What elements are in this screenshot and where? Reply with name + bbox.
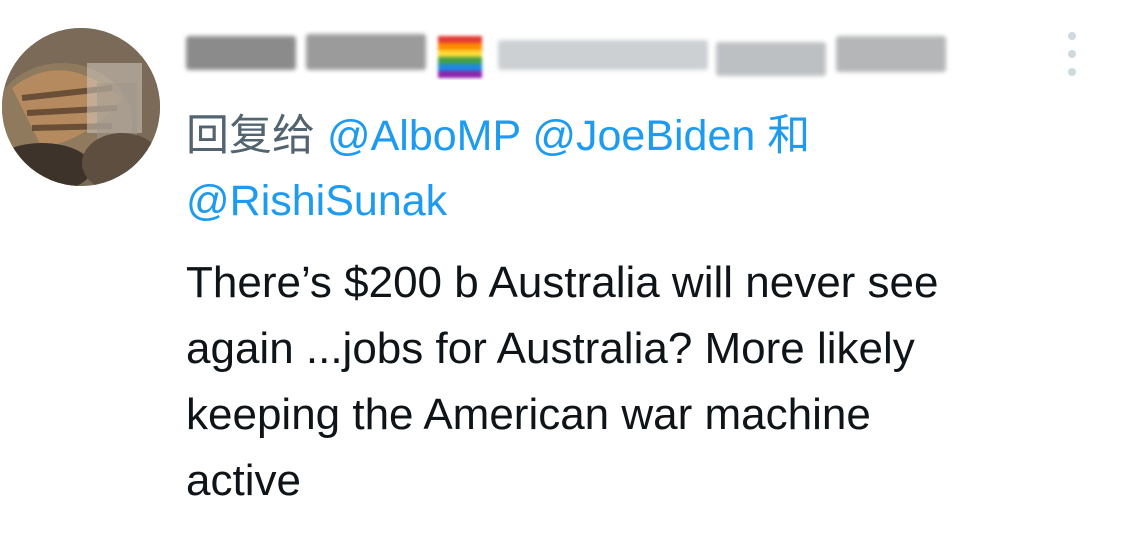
more-vertical-icon: [1068, 32, 1076, 40]
avatar[interactable]: [2, 28, 160, 186]
tweet-card: 回复给 @AlboMP @JoeBiden 和 @RishiSunak Ther…: [0, 0, 1133, 533]
replying-to: 回复给 @AlboMP @JoeBiden 和 @RishiSunak: [186, 104, 1086, 234]
author-name-redacted[interactable]: [186, 30, 1006, 90]
mention-albomp[interactable]: @AlboMP: [327, 112, 520, 160]
avatar-image: [2, 28, 160, 186]
more-options-button[interactable]: [1060, 32, 1084, 76]
tweet-text: There’s $200 b Australia will never see …: [186, 258, 939, 505]
replying-to-connector: 和: [767, 112, 811, 160]
mention-rishisunak[interactable]: @RishiSunak: [186, 177, 447, 225]
mention-joebiden[interactable]: @JoeBiden: [532, 112, 755, 160]
rainbow-flag-icon: [438, 36, 482, 78]
replying-to-label: 回复给: [186, 112, 315, 160]
